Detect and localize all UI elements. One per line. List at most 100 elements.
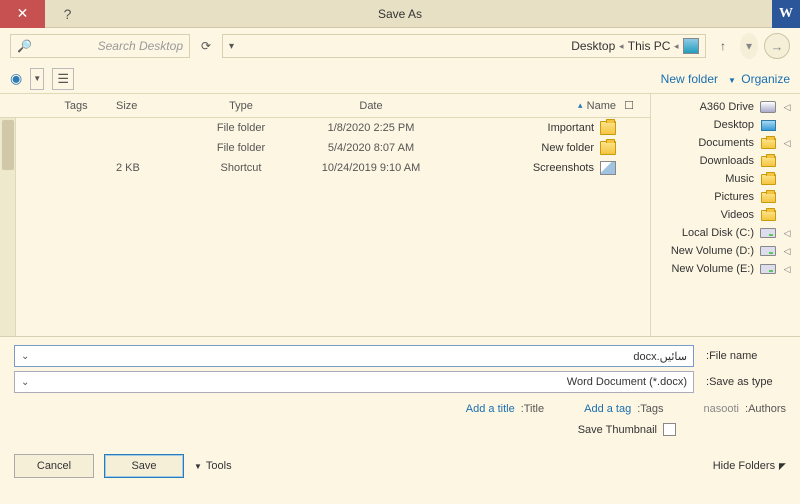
file-type: Shortcut: [186, 162, 296, 174]
breadcrumb-item[interactable]: Desktop: [571, 39, 615, 53]
cancel-button[interactable]: Cancel: [14, 454, 94, 478]
file-type: File folder: [186, 122, 296, 134]
recent-locations-button[interactable]: ▾: [740, 33, 758, 59]
file-date: 5/4/2020 8:07 AM: [296, 142, 446, 154]
authors-label: Authors:: [745, 403, 786, 415]
sidebar-item-label: New Volume (D:): [671, 245, 754, 257]
file-row[interactable]: Screenshots10/24/2019 9:10 AMShortcut2 K…: [0, 158, 650, 178]
name-column[interactable]: Name ▴: [446, 100, 616, 112]
search-icon: 🔍: [17, 39, 32, 53]
filename-label: File name:: [702, 350, 786, 362]
sidebar-item[interactable]: ▷Desktop: [653, 116, 798, 134]
type-column[interactable]: Type: [186, 100, 296, 112]
main-area: ▷A360 Drive▷Desktop▷Documents▷Downloads▷…: [0, 94, 800, 336]
sidebar-item-label: Documents: [698, 137, 754, 149]
folder-icon: [760, 136, 776, 150]
address-bar[interactable]: ▸ This PC ▸ Desktop ▾: [222, 34, 706, 58]
tags-column[interactable]: Tags: [46, 100, 106, 112]
date-column[interactable]: Date: [296, 100, 446, 112]
folder-icon: [600, 121, 616, 135]
scrollbar-thumb[interactable]: [2, 120, 14, 170]
desktop-icon: [760, 118, 776, 132]
hide-folders-toggle[interactable]: ◥Hide Folders: [713, 460, 786, 472]
file-date: 10/24/2019 9:10 AM: [296, 162, 446, 174]
search-placeholder: Search Desktop: [98, 39, 183, 53]
folder-icon: [760, 154, 776, 168]
file-name: Screenshots: [533, 162, 594, 174]
help-button[interactable]: ?: [45, 0, 90, 28]
chevron-down-icon[interactable]: ⌄: [21, 377, 29, 388]
titlebar: W Save As ? ✕: [0, 0, 800, 28]
tags-label: Tags:: [637, 403, 663, 415]
view-dropdown[interactable]: ▼: [30, 68, 44, 90]
savetype-label: Save as type:: [702, 376, 786, 388]
expand-arrow-icon[interactable]: ▷: [782, 102, 792, 113]
expand-arrow-icon[interactable]: ▷: [782, 246, 792, 257]
app-icon: W: [772, 0, 800, 28]
expand-arrow-icon[interactable]: ▷: [782, 228, 792, 239]
column-headers: ☐ Name ▴ Date Type Size Tags: [0, 94, 650, 118]
chevron-right-icon: ▸: [619, 41, 624, 52]
sidebar-item[interactable]: ▷Local Disk (C:): [653, 224, 798, 242]
sidebar-item-label: A360 Drive: [700, 101, 754, 113]
file-type: File folder: [186, 142, 296, 154]
chevron-down-icon: ▼: [194, 462, 202, 471]
file-name: Important: [548, 122, 594, 134]
tags-add[interactable]: Add a tag: [584, 403, 631, 415]
close-button[interactable]: ✕: [0, 0, 45, 28]
arrow-left-icon: →: [771, 39, 784, 54]
address-dropdown[interactable]: ▾: [229, 41, 234, 52]
save-thumbnail-label: Save Thumbnail: [578, 424, 657, 436]
up-button[interactable]: ↑: [712, 35, 734, 57]
disk-icon: [760, 244, 776, 258]
expand-arrow-icon[interactable]: ▷: [782, 138, 792, 149]
organize-menu[interactable]: Organize ▼: [728, 72, 790, 86]
refresh-button[interactable]: ⟳: [196, 39, 216, 53]
size-column[interactable]: Size: [106, 100, 186, 112]
window-title: Save As: [0, 7, 800, 21]
window-controls: ? ✕: [0, 0, 90, 28]
nav-bar: → ▾ ↑ ▸ This PC ▸ Desktop ▾ ⟳ Search Des…: [0, 28, 800, 64]
disk-icon: [760, 226, 776, 240]
drive-icon: [760, 100, 776, 114]
sidebar-item[interactable]: ▷Music: [653, 170, 798, 188]
sidebar-item[interactable]: ▷New Volume (E:): [653, 260, 798, 278]
folder-icon: [760, 190, 776, 204]
save-button[interactable]: Save: [104, 454, 184, 478]
back-button[interactable]: →: [764, 33, 790, 59]
sidebar-item[interactable]: ▷ Documents: [653, 134, 798, 152]
triangle-icon: ◥: [779, 461, 786, 472]
sidebar-item-label: Downloads: [700, 155, 754, 167]
sidebar-item[interactable]: ▷Pictures: [653, 188, 798, 206]
chevron-down-icon[interactable]: ⌄: [21, 351, 29, 362]
file-row[interactable]: Important 1/8/2020 2:25 PMFile folder: [0, 118, 650, 138]
title-label: Title:: [521, 403, 544, 415]
savetype-select[interactable]: Word Document (*.docx)⌄: [14, 371, 694, 393]
sidebar-item[interactable]: ▷Videos: [653, 206, 798, 224]
file-list: ☐ Name ▴ Date Type Size Tags Important 1/…: [0, 94, 650, 336]
file-date: 1/8/2020 2:25 PM: [296, 122, 446, 134]
computer-icon: [683, 38, 699, 54]
tools-menu[interactable]: Tools ▼: [194, 460, 232, 472]
expand-arrow-icon[interactable]: ▷: [782, 264, 792, 275]
chevron-right-icon: ▸: [674, 41, 679, 52]
file-row[interactable]: New folder 5/4/2020 8:07 AMFile folder: [0, 138, 650, 158]
file-name: New folder: [541, 142, 594, 154]
save-thumbnail-checkbox[interactable]: [663, 423, 676, 436]
new-folder-button[interactable]: New folder: [661, 72, 718, 86]
sidebar-item[interactable]: ▷Downloads: [653, 152, 798, 170]
save-panel: File name: سائیں.docx⌄ Save as type: Wor…: [0, 336, 800, 444]
filename-input[interactable]: سائیں.docx⌄: [14, 345, 694, 367]
breadcrumb-item[interactable]: This PC: [628, 39, 671, 53]
checkbox-column[interactable]: ☐: [616, 99, 642, 112]
title-add[interactable]: Add a title: [466, 403, 515, 415]
sidebar-item[interactable]: ▷ New Volume (D:): [653, 242, 798, 260]
view-details-button[interactable]: ☰: [52, 68, 74, 90]
search-input[interactable]: Search Desktop 🔍: [10, 34, 190, 58]
authors-value[interactable]: nasooti: [704, 403, 739, 415]
chevron-down-icon: ▼: [728, 76, 736, 85]
help-icon[interactable]: ◉: [10, 70, 22, 87]
sidebar-item[interactable]: ▷ A360 Drive: [653, 98, 798, 116]
sidebar: ▷A360 Drive▷Desktop▷Documents▷Downloads▷…: [650, 94, 800, 336]
vertical-scrollbar[interactable]: [0, 118, 16, 336]
